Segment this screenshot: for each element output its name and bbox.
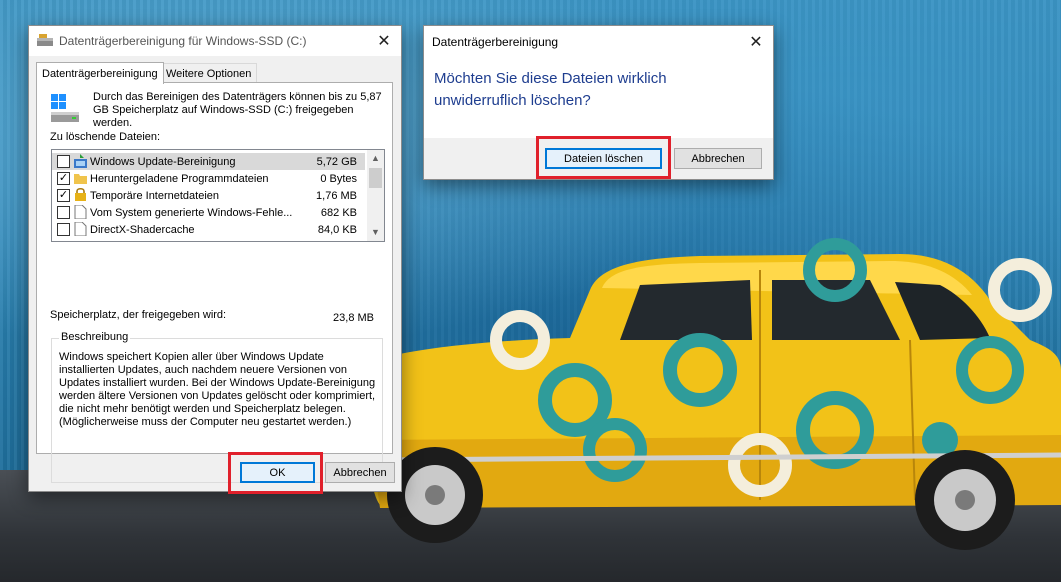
list-item[interactable]: DirectX-Shadercache 84,0 KB	[52, 221, 365, 238]
titlebar[interactable]: Datenträgerbereinigung für Windows-SSD (…	[29, 26, 401, 56]
checkbox[interactable]	[57, 155, 70, 168]
files-to-delete-label: Zu löschende Dateien:	[50, 131, 161, 143]
file-icon	[74, 205, 87, 219]
drive-icon	[51, 94, 79, 122]
file-name: DirectX-Shadercache	[90, 223, 195, 236]
tab-label: Datenträgerbereinigung	[42, 67, 158, 80]
file-size: 0 Bytes	[320, 172, 357, 185]
description-text: Windows speichert Kopien aller über Wind…	[59, 351, 376, 428]
scroll-up-arrow-icon[interactable]: ▲	[367, 150, 384, 167]
scroll-down-arrow-icon[interactable]: ▼	[367, 224, 384, 241]
description-legend: Beschreibung	[59, 331, 131, 343]
file-size: 682 KB	[320, 206, 357, 219]
yellow-car-image	[367, 238, 1061, 550]
window-title: Datenträgerbereinigung für Windows-SSD (…	[59, 34, 307, 48]
disk-cleanup-window: Datenträgerbereinigung für Windows-SSD (…	[28, 25, 402, 492]
dialog-title: Datenträgerbereinigung	[432, 35, 559, 49]
highlight-box-ok	[228, 452, 323, 494]
checkbox[interactable]	[57, 206, 70, 219]
cancel-button[interactable]: Abbrechen	[674, 148, 762, 169]
list-item[interactable]: Vom System generierte Windows-Fehle... 6…	[52, 204, 365, 221]
scroll-thumb[interactable]	[369, 168, 382, 188]
windows-update-icon	[74, 154, 87, 168]
disk-cleanup-app-icon	[37, 34, 53, 46]
list-item[interactable]: ✓ Temporäre Internetdateien 1,76 MB	[52, 187, 365, 204]
intro-text: Durch das Bereinigen des Datenträgers kö…	[93, 91, 382, 129]
list-item[interactable]: Windows Update-Bereinigung 5,72 GB	[52, 153, 365, 170]
tab-label: Weitere Optionen	[166, 67, 252, 80]
vertical-scrollbar[interactable]: ▲ ▼	[367, 150, 384, 241]
tab-disk-cleanup[interactable]: Datenträgerbereinigung	[36, 62, 164, 84]
folder-icon	[74, 174, 87, 184]
checkbox[interactable]: ✓	[57, 189, 70, 202]
highlight-box-delete	[536, 136, 671, 179]
file-name: Vom System generierte Windows-Fehle...	[90, 206, 293, 219]
file-size: 84,0 KB	[317, 223, 357, 236]
confirm-question: Möchten Sie diese Dateien wirklich unwid…	[434, 70, 667, 109]
dialog-body: Möchten Sie diese Dateien wirklich unwid…	[424, 57, 773, 138]
tab-panel: Durch das Bereinigen des Datenträgers kö…	[36, 82, 393, 483]
cancel-button[interactable]: Abbrechen	[325, 462, 395, 483]
file-size: 5,72 GB	[316, 155, 357, 168]
file-size: 1,76 MB	[316, 189, 357, 202]
file-name: Heruntergeladene Programmdateien	[90, 172, 269, 185]
space-freed-value: 23,8 MB	[333, 312, 374, 324]
titlebar[interactable]: Datenträgerbereinigung ✕	[424, 26, 773, 58]
file-name: Temporäre Internetdateien	[90, 189, 220, 202]
list-item[interactable]: ✓ Heruntergeladene Programmdateien 0 Byt…	[52, 170, 365, 187]
files-listbox[interactable]: Windows Update-Bereinigung 5,72 GB ✓ Her…	[51, 149, 385, 242]
lock-icon	[75, 187, 86, 201]
space-freed-label: Speicherplatz, der freigegeben wird:	[50, 309, 227, 321]
close-icon[interactable]: ✕	[375, 32, 393, 50]
file-name: Windows Update-Bereinigung	[90, 155, 236, 168]
file-icon	[74, 222, 87, 236]
checkbox[interactable]: ✓	[57, 172, 70, 185]
checkbox[interactable]	[57, 223, 70, 236]
close-icon[interactable]: ✕	[747, 33, 765, 51]
tab-more-options[interactable]: Weitere Optionen	[160, 63, 258, 83]
